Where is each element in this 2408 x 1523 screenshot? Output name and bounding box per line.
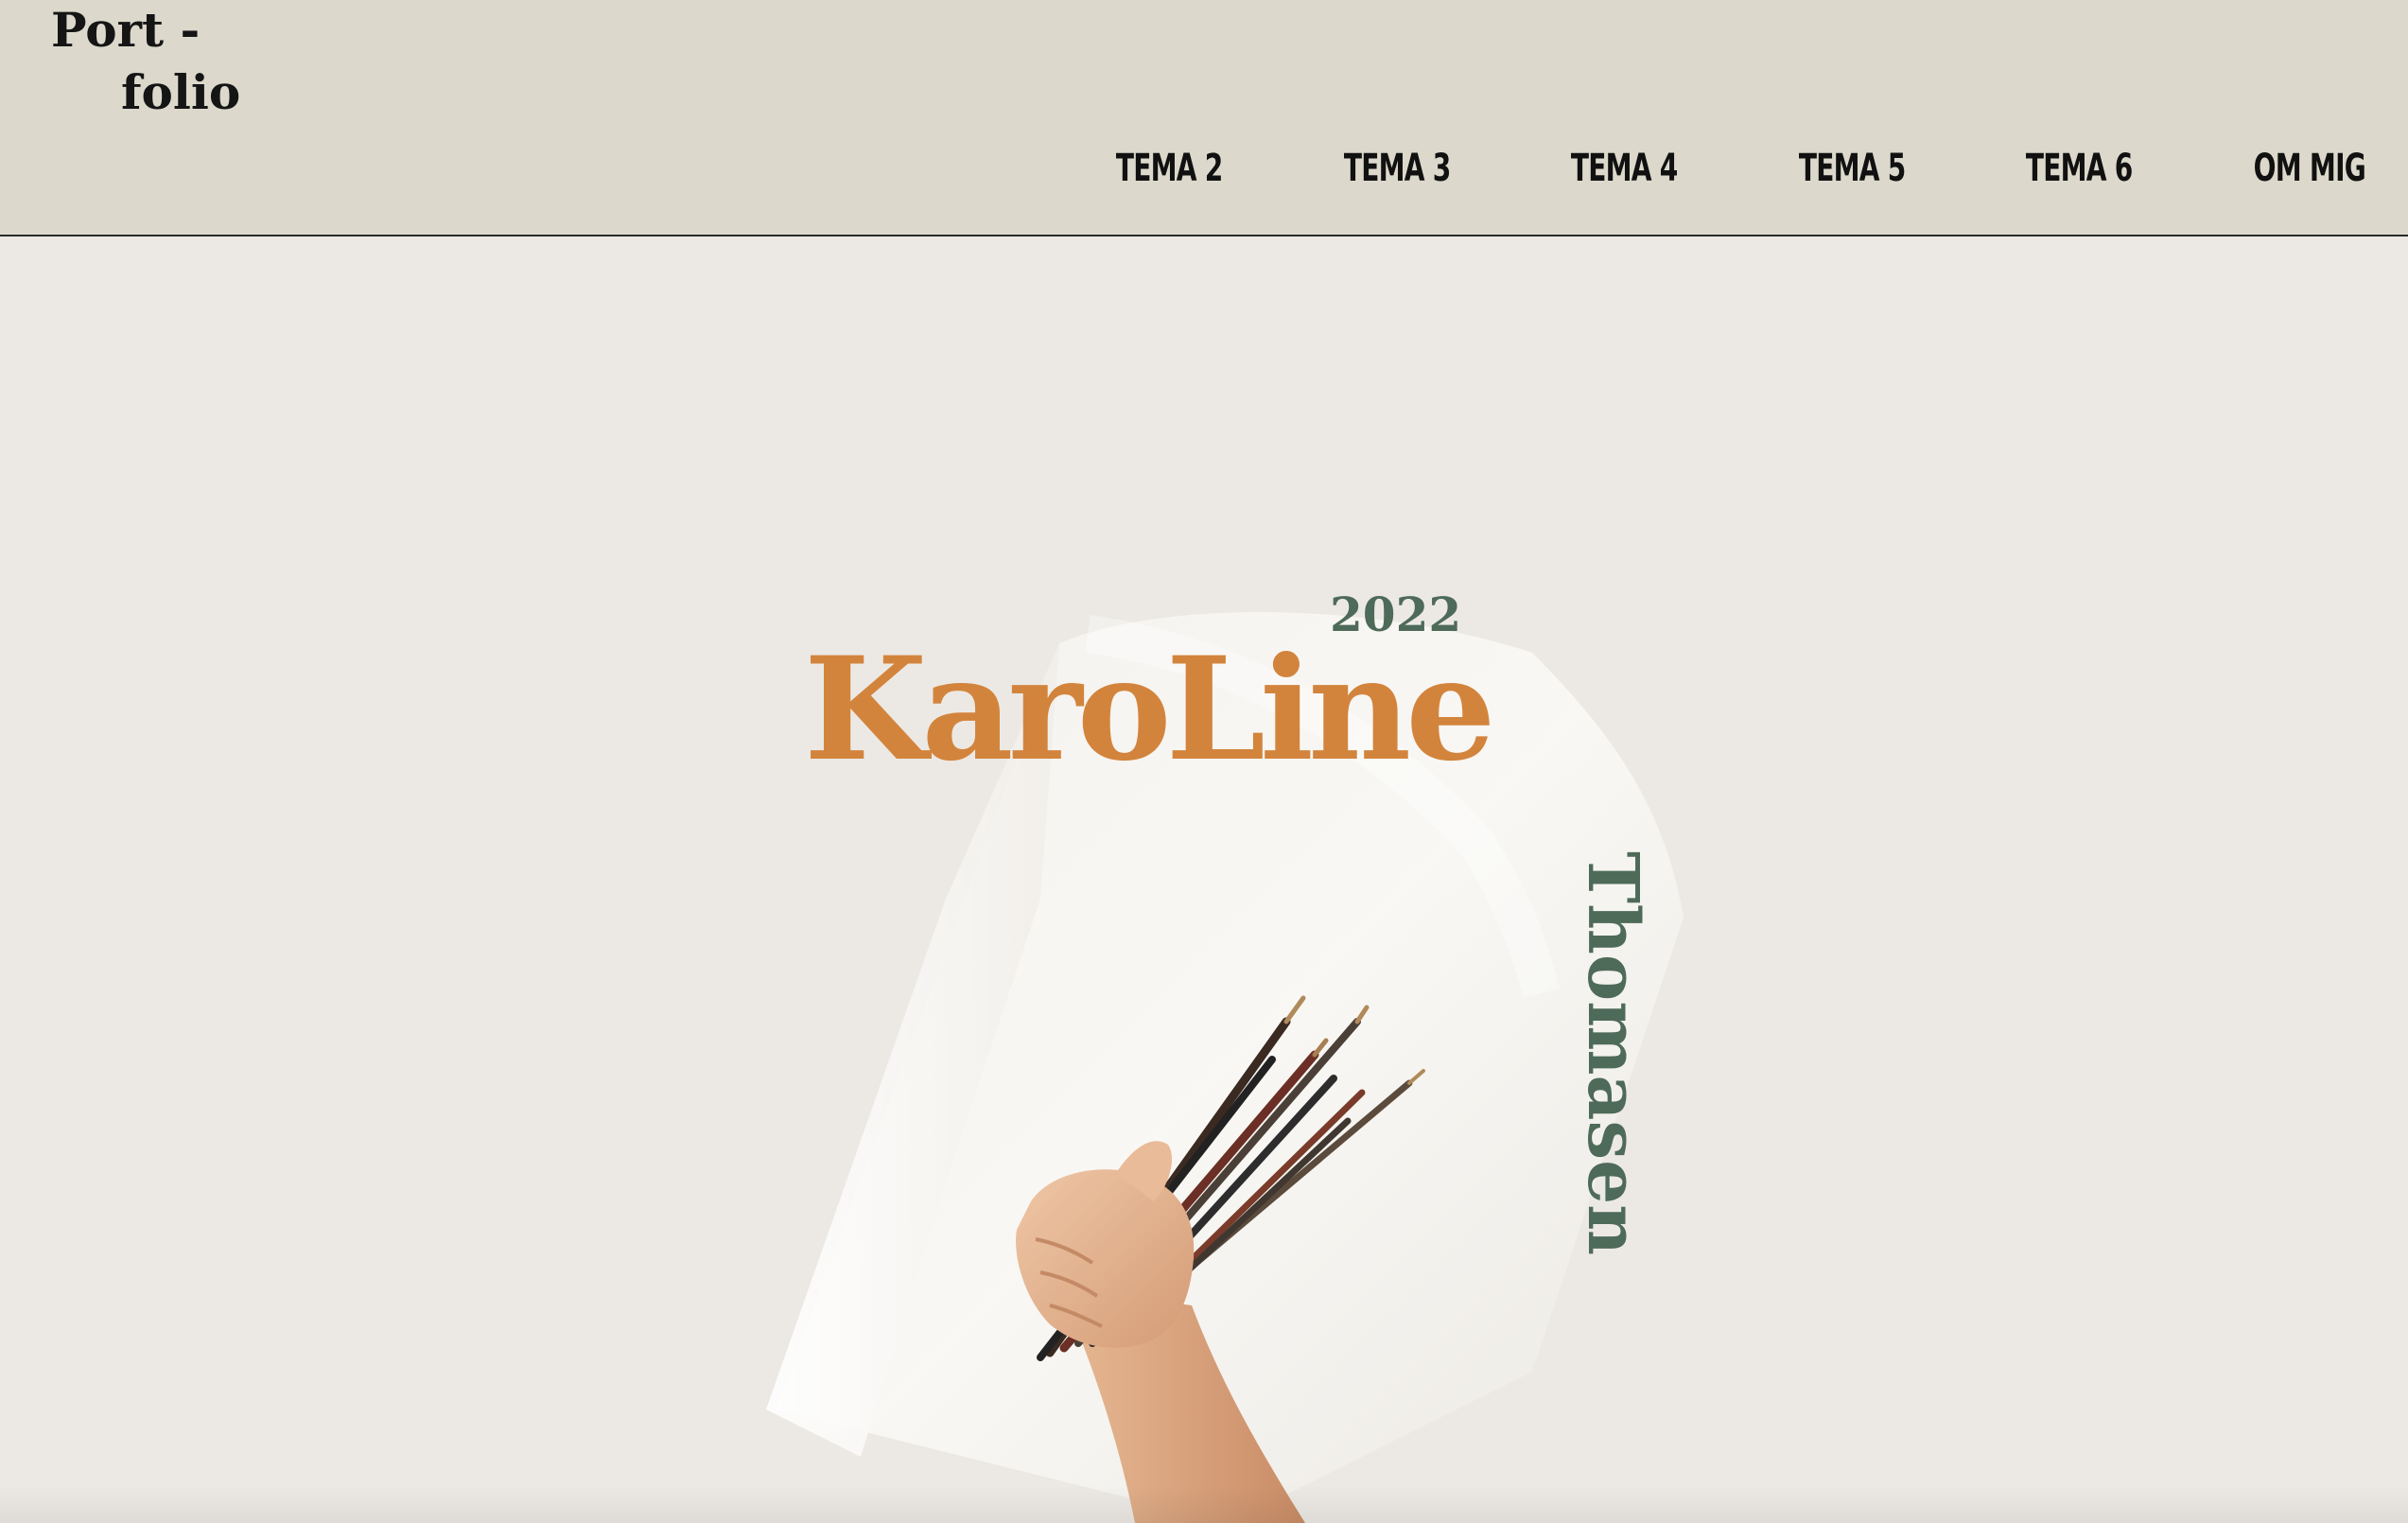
logo-line-1: Port - bbox=[51, 2, 201, 58]
hero-last-name: Thomasen bbox=[1572, 851, 1653, 1256]
nav-item-tema-4[interactable]: TEMA 4 bbox=[1571, 147, 1678, 190]
portfolio-page: Port - folio TEMA 2 TEMA 3 TEMA 4 TEMA 5… bbox=[0, 0, 2408, 1523]
main-nav: TEMA 2 TEMA 3 TEMA 4 TEMA 5 TEMA 6 OM MI… bbox=[1101, 142, 2382, 195]
nav-item-tema-5[interactable]: TEMA 5 bbox=[1798, 147, 1905, 190]
hero-section: 2022 KaroLine Thomasen bbox=[0, 236, 2408, 1523]
nav-item-om-mig[interactable]: OM MIG bbox=[2254, 147, 2366, 190]
site-header: Port - folio TEMA 2 TEMA 3 TEMA 4 TEMA 5… bbox=[0, 0, 2408, 236]
nav-item-tema-3[interactable]: TEMA 3 bbox=[1344, 147, 1451, 190]
hero-first-name: KaroLine bbox=[804, 626, 1496, 793]
hero-photo bbox=[766, 612, 1684, 1523]
nav-item-tema-2[interactable]: TEMA 2 bbox=[1116, 147, 1223, 190]
site-logo[interactable]: Port - folio bbox=[51, 0, 297, 123]
bottom-shade bbox=[0, 1485, 2408, 1523]
logo-line-2: folio bbox=[121, 64, 241, 120]
nav-item-tema-6[interactable]: TEMA 6 bbox=[2026, 147, 2133, 190]
